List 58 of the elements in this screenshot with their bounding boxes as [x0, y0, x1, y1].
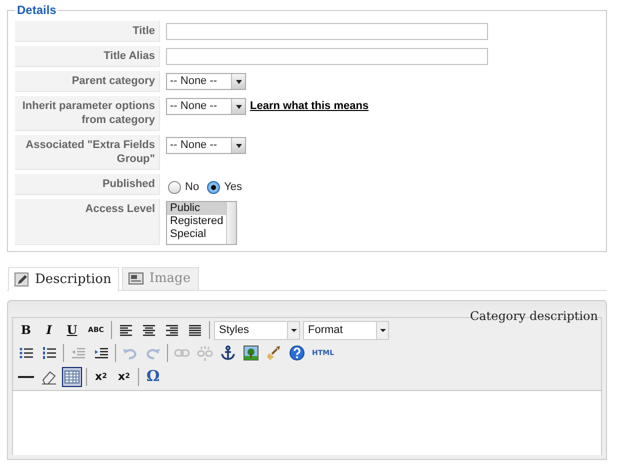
- broken-link-icon: [197, 345, 213, 362]
- eraser-icon: [41, 368, 57, 385]
- table-icon: [64, 368, 80, 385]
- section-title: Details: [16, 3, 58, 17]
- bold-button[interactable]: B: [16, 320, 36, 340]
- underline-button[interactable]: U: [62, 320, 82, 340]
- radio-button[interactable]: [207, 180, 220, 194]
- editor-title: Category description: [470, 309, 598, 323]
- pencil-icon: [14, 272, 30, 286]
- help-button[interactable]: [287, 343, 307, 364]
- align-left-icon: [118, 322, 134, 338]
- dropdown[interactable]: Format: [303, 320, 389, 340]
- radio-label: Yes: [224, 181, 242, 193]
- broom-icon: [266, 345, 282, 362]
- horizontal-rule-icon: [18, 376, 34, 378]
- picture-icon: [243, 345, 259, 362]
- list-option[interactable]: Special: [167, 228, 226, 241]
- dropdown[interactable]: Styles: [214, 320, 300, 340]
- radio-label: No: [185, 181, 200, 193]
- caret-icon: [234, 142, 242, 148]
- tab[interactable]: Description: [8, 267, 120, 291]
- dropdown[interactable]: -- None --: [166, 98, 246, 115]
- outdent-icon: [70, 345, 86, 362]
- picture-icon: [128, 271, 144, 286]
- numbered-list-icon: [41, 345, 57, 362]
- indent-icon: [93, 345, 109, 362]
- dropdown[interactable]: -- None --: [166, 137, 246, 154]
- list-option[interactable]: Public: [167, 202, 226, 215]
- radio-button[interactable]: [168, 180, 181, 194]
- field-label: Title Alias: [15, 46, 160, 67]
- help-link[interactable]: Learn what this means: [250, 98, 369, 115]
- field-label: Inherit parameter options from category: [15, 96, 160, 131]
- picture-button[interactable]: [241, 343, 261, 364]
- caret-icon: [234, 78, 242, 84]
- scrollbar: [226, 202, 236, 244]
- field-label: Published: [15, 174, 160, 195]
- caret-icon: [234, 104, 242, 110]
- input-field[interactable]: [166, 23, 488, 40]
- align-right-icon: [164, 322, 180, 338]
- special-character-button[interactable]: Ω: [143, 366, 163, 387]
- align-justify-icon: [187, 322, 203, 338]
- anchor-icon: [220, 345, 236, 362]
- help-icon: [289, 345, 305, 362]
- italic-button[interactable]: I: [39, 320, 59, 340]
- align-center-icon: [141, 322, 157, 338]
- caret-icon: [380, 328, 386, 332]
- caret-icon: [290, 328, 296, 332]
- table-button[interactable]: [62, 366, 82, 387]
- field-label: Title: [15, 21, 160, 42]
- input-field[interactable]: [166, 48, 488, 65]
- field-label: Parent category: [15, 71, 160, 92]
- bullet-list-icon: [18, 345, 34, 362]
- field-label: Associated "Extra Fields Group": [15, 135, 160, 170]
- dropdown[interactable]: -- None --: [166, 73, 246, 90]
- list-box[interactable]: Public Registered Special: [166, 201, 237, 245]
- field-label: Access Level: [15, 199, 160, 245]
- superscript-button[interactable]: x$^{2}$: [114, 366, 134, 387]
- list-option[interactable]: Registered: [167, 215, 226, 228]
